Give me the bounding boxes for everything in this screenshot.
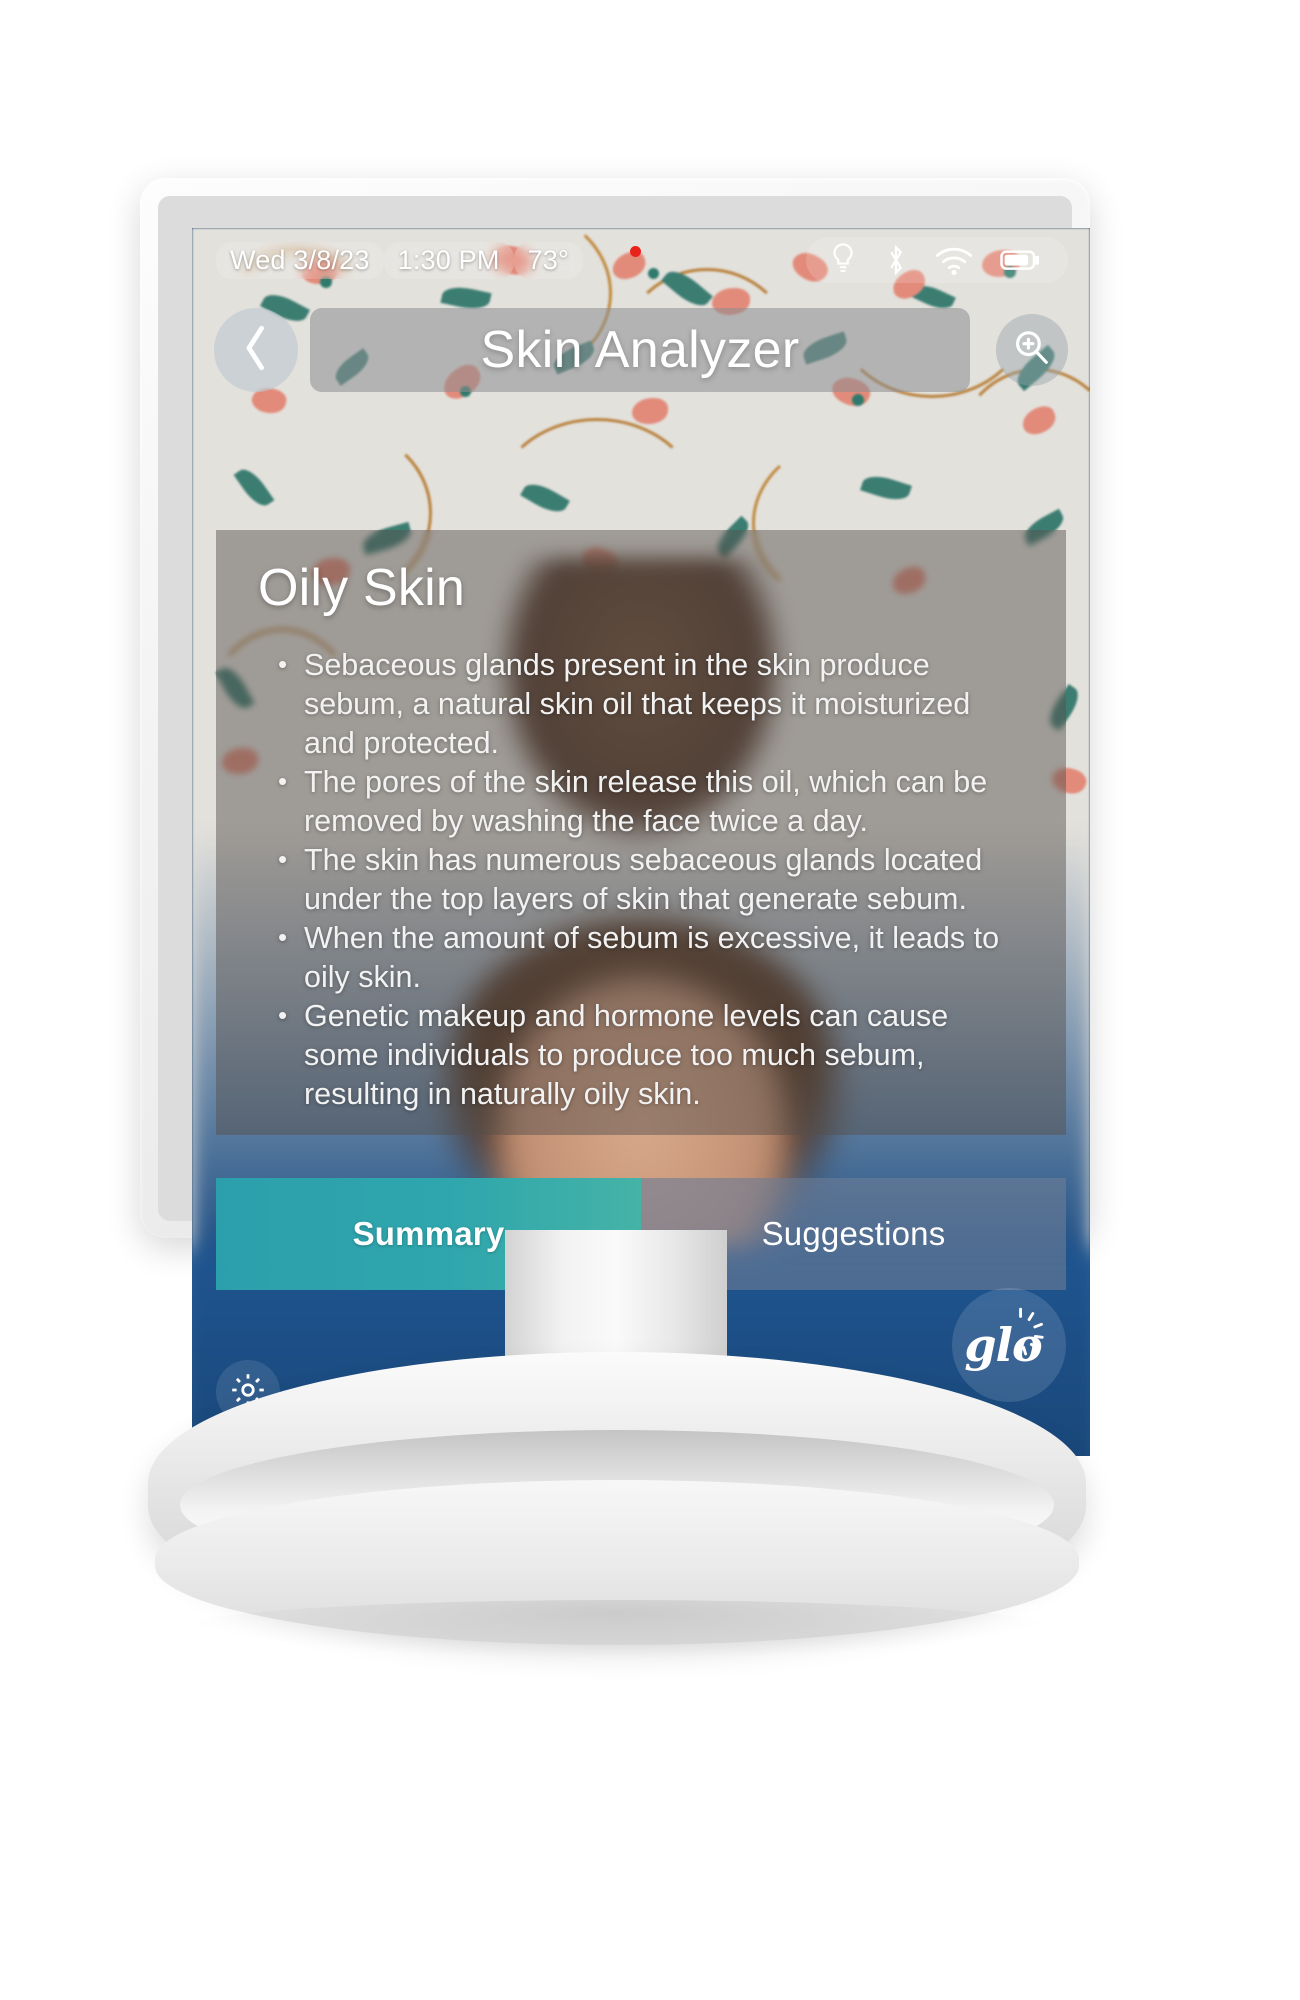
- chevron-left-icon: [241, 324, 271, 377]
- screenshot-root: Wed 3/8/23 1:30 PM 73° Skin Analyzer Oil…: [0, 0, 1300, 2000]
- card-heading: Oily Skin: [258, 559, 465, 617]
- status-time: 1:30 PM: [383, 241, 514, 279]
- app-title-bar: Skin Analyzer: [192, 300, 1090, 400]
- monitor-base-shadow: [170, 1600, 1066, 1660]
- back-button[interactable]: [214, 308, 298, 392]
- list-item: The pores of the skin release this oil, …: [274, 762, 1018, 841]
- tab-suggestions-label: Suggestions: [761, 1215, 946, 1252]
- status-temperature: 73°: [513, 241, 583, 279]
- lightbulb-icon[interactable]: [828, 242, 858, 278]
- wifi-icon[interactable]: [934, 244, 974, 276]
- status-date: Wed 3/8/23: [216, 241, 384, 279]
- status-bar-left: Wed 3/8/23 1:30 PM 73°: [192, 241, 583, 279]
- zoom-in-button[interactable]: [996, 314, 1068, 386]
- card-bullet-list: Sebaceous glands present in the skin pro…: [274, 645, 1018, 1114]
- status-bar: Wed 3/8/23 1:30 PM 73°: [192, 228, 1090, 292]
- list-item: The skin has numerous sebaceous glands l…: [274, 840, 1018, 919]
- glo-logo[interactable]: glo: [952, 1288, 1066, 1402]
- list-item: Sebaceous glands present in the skin pro…: [274, 645, 1018, 763]
- page-title: Skin Analyzer: [310, 308, 970, 392]
- status-bar-icons: [806, 237, 1068, 283]
- list-item: When the amount of sebum is excessive, i…: [274, 918, 1018, 997]
- notification-dot: [630, 246, 641, 257]
- tab-summary-label: Summary: [352, 1215, 505, 1252]
- info-card: Oily Skin Sebaceous glands present in th…: [216, 530, 1066, 1135]
- list-item: Genetic makeup and hormone levels can ca…: [274, 996, 1018, 1114]
- bluetooth-icon[interactable]: [884, 242, 908, 278]
- magnifier-plus-icon: [1012, 328, 1052, 373]
- glo-sunburst-icon: [996, 1304, 1048, 1367]
- battery-icon[interactable]: [1000, 247, 1042, 273]
- page-title-text: Skin Analyzer: [480, 321, 800, 379]
